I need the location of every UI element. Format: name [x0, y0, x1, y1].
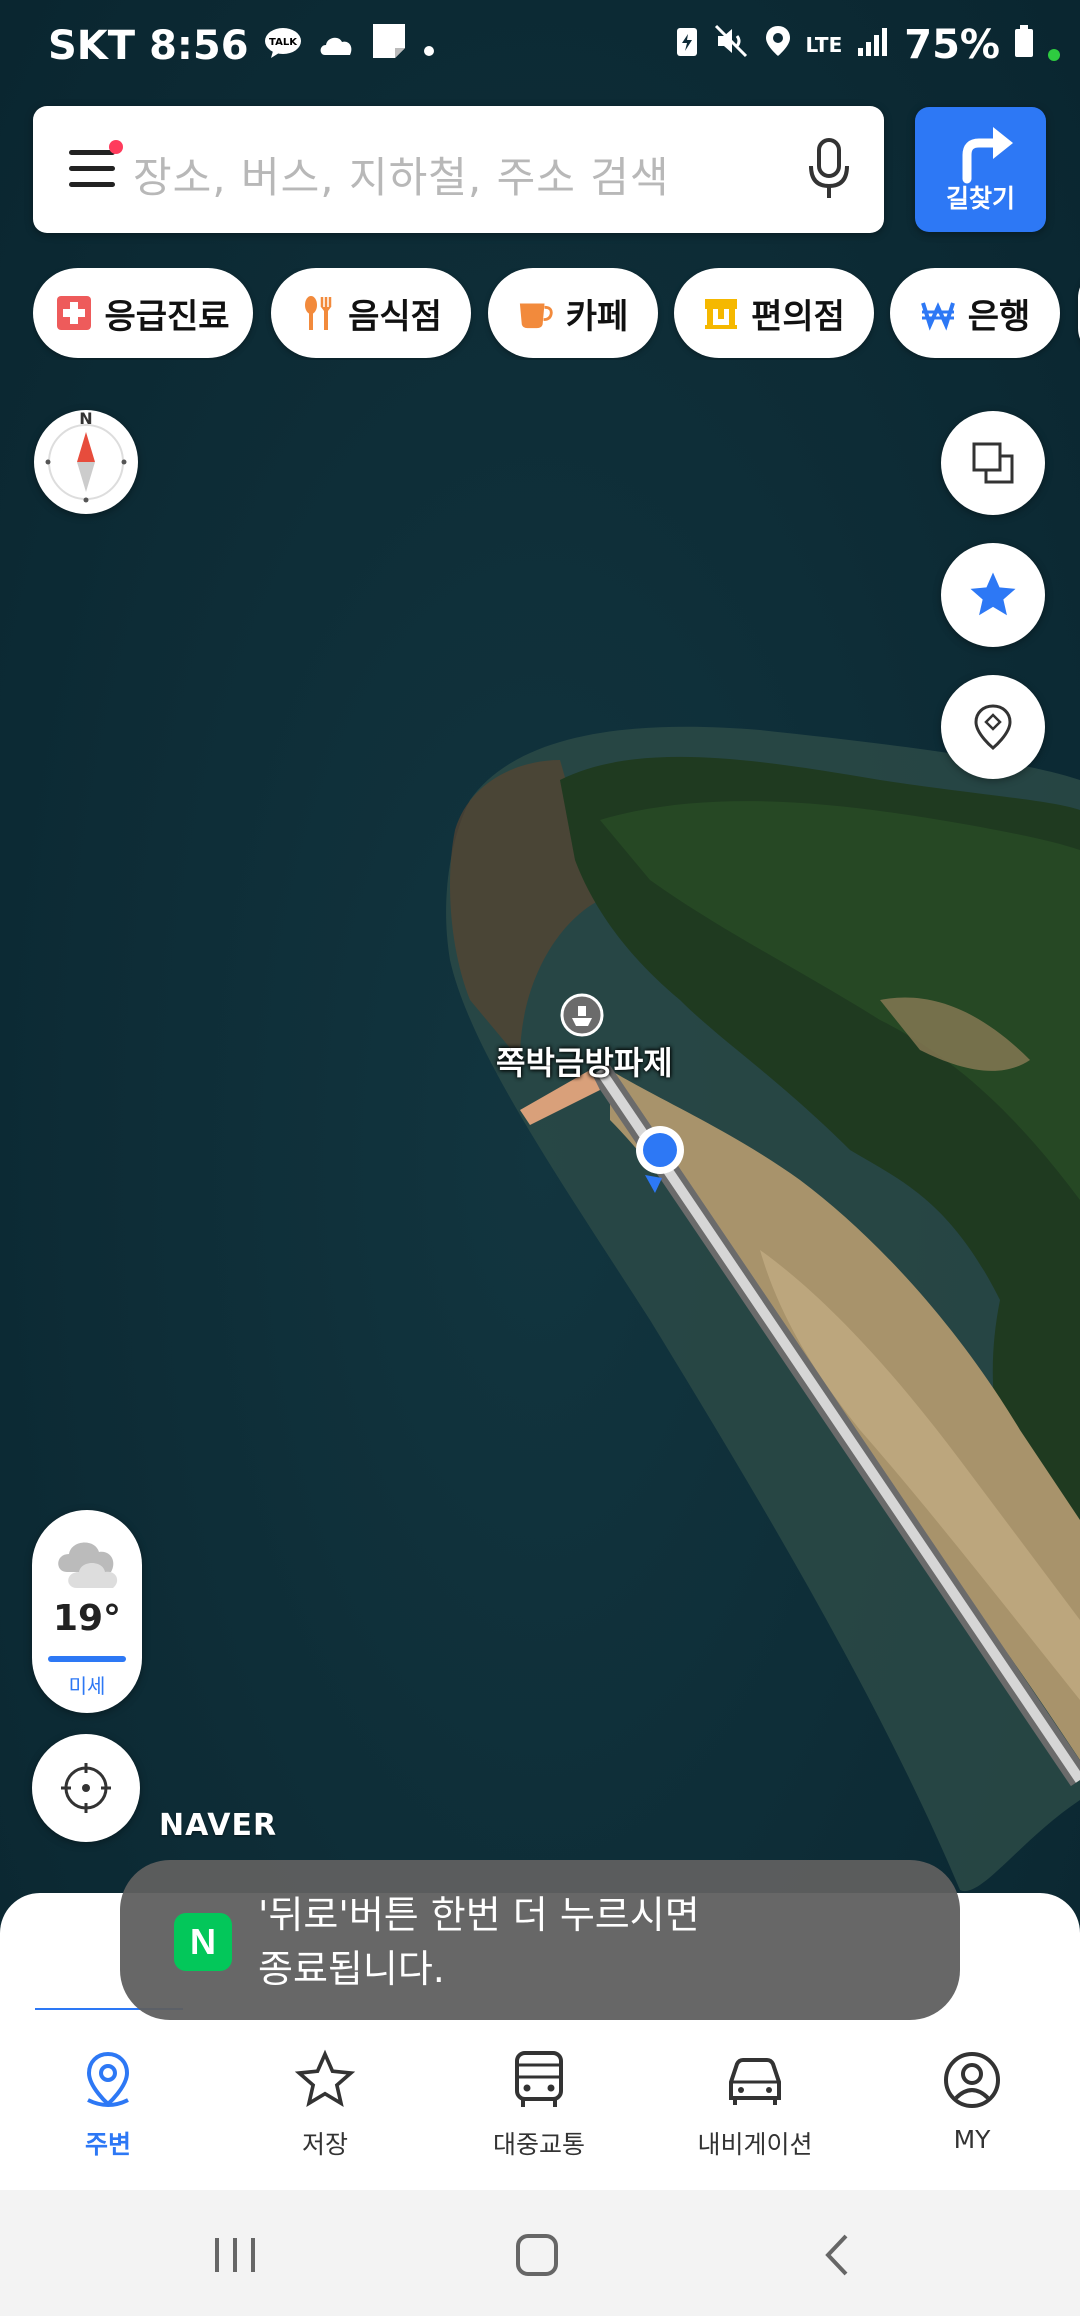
category-chips: 응급진료 음식점 카페 편의점 은행: [33, 268, 1080, 360]
battery-saver-icon: [674, 22, 700, 68]
clock: 8:56: [149, 23, 249, 69]
directions-label: 길찾기: [945, 184, 1015, 213]
naver-app-icon: N: [174, 1913, 232, 1971]
temperature: 19°: [52, 1598, 122, 1639]
tab-label: 주변: [84, 2130, 131, 2159]
compass-button[interactable]: N: [34, 410, 138, 514]
status-bar: SKT 8:56 TALK LTE 75%: [0, 0, 1080, 95]
signal-icon: [856, 22, 890, 68]
privacy-dot: [1048, 49, 1060, 61]
cloud-icon: [317, 23, 357, 69]
location-pin-icon: [8, 2045, 208, 2115]
chip-label: 편의점: [751, 296, 845, 337]
car-icon: [655, 2045, 855, 2115]
tab-my[interactable]: MY: [872, 2045, 1072, 2154]
chip-convenience-store[interactable]: 편의점: [674, 268, 874, 358]
note-icon: [371, 22, 407, 70]
dot-icon: [421, 23, 437, 69]
tab-navigation[interactable]: 내비게이션: [655, 2045, 855, 2161]
system-navigation-bar: [0, 2190, 1080, 2316]
dust-level-bar: [48, 1656, 126, 1662]
chip-bank[interactable]: 은행: [890, 268, 1060, 358]
profile-icon: [872, 2045, 1072, 2115]
chip-emergency[interactable]: 응급진료: [33, 268, 253, 358]
my-location-button[interactable]: [32, 1734, 140, 1842]
crosshair-icon: [61, 1763, 111, 1813]
menu-icon[interactable]: [69, 140, 123, 192]
battery-percent: 75%: [904, 22, 1000, 68]
location-pin-icon: [974, 704, 1012, 750]
directions-button[interactable]: 길찾기: [915, 107, 1046, 232]
battery-icon: [1014, 22, 1034, 68]
chip-cafe[interactable]: 카페: [488, 268, 658, 358]
favorites-button[interactable]: [941, 543, 1045, 647]
utensils-icon: [300, 295, 336, 331]
turn-arrow-icon: [962, 127, 1013, 184]
chip-label: 응급진료: [104, 296, 230, 337]
back-button[interactable]: [812, 2228, 866, 2286]
layers-icon: [972, 442, 1014, 484]
won-icon: [920, 295, 956, 331]
home-button[interactable]: [510, 2228, 564, 2286]
home-icon: [516, 2234, 558, 2276]
coffee-cup-icon: [518, 295, 554, 331]
toast-message: '뒤로'버튼 한번 더 누르시면 종료됩니다.: [258, 1893, 700, 1991]
compass-icon: N: [45, 410, 127, 503]
chip-label: 음식점: [348, 296, 442, 337]
bus-icon: [439, 2045, 639, 2115]
svg-text:N: N: [79, 410, 92, 428]
tab-label: 내비게이션: [697, 2130, 813, 2159]
recent-apps-button[interactable]: [205, 2230, 265, 2284]
place-label[interactable]: 쪽박금방파제: [496, 1038, 673, 1084]
back-icon: [825, 2234, 848, 2276]
tab-bar: 주변 저장 대중교통 내비게이션 MY: [0, 2010, 1080, 2190]
tab-nearby[interactable]: 주변: [8, 2045, 208, 2161]
tab-transit[interactable]: 대중교통: [439, 2045, 639, 2161]
tab-label: MY: [953, 2125, 991, 2154]
carrier-text: SKT: [48, 23, 136, 69]
medical-cross-icon: [56, 295, 92, 331]
svg-text:TALK: TALK: [269, 37, 298, 48]
star-icon: [970, 572, 1016, 616]
tab-saved[interactable]: 저장: [225, 2045, 425, 2161]
star-icon: [225, 2045, 425, 2115]
tab-label: 저장: [301, 2130, 348, 2159]
mute-icon: [714, 22, 750, 68]
chip-label: 카페: [565, 296, 629, 337]
naver-logo: NAVER: [159, 1808, 278, 1843]
weather-widget[interactable]: 19° 미세: [32, 1510, 142, 1713]
location-icon: [764, 22, 792, 68]
talk-icon: TALK: [263, 23, 303, 69]
chip-restaurant[interactable]: 음식점: [271, 268, 471, 358]
chip-label: 은행: [967, 296, 1031, 337]
notification-dot: [109, 140, 123, 154]
layers-button[interactable]: [941, 411, 1045, 515]
recents-icon: [215, 2238, 255, 2272]
tab-label: 대중교통: [492, 2130, 585, 2159]
lte-icon: LTE: [805, 33, 843, 57]
exit-toast: N '뒤로'버튼 한번 더 누르시면 종료됩니다.: [120, 1860, 960, 2020]
search-input[interactable]: 장소, 버스, 지하철, 주소 검색: [133, 144, 670, 205]
cloud-icon: [58, 1542, 118, 1588]
location-pin-button[interactable]: [941, 675, 1045, 779]
fine-dust-label: 미세: [68, 1674, 106, 1698]
search-bar[interactable]: 장소, 버스, 지하철, 주소 검색: [33, 106, 884, 233]
store-icon: [703, 295, 739, 331]
microphone-icon[interactable]: [804, 136, 854, 202]
